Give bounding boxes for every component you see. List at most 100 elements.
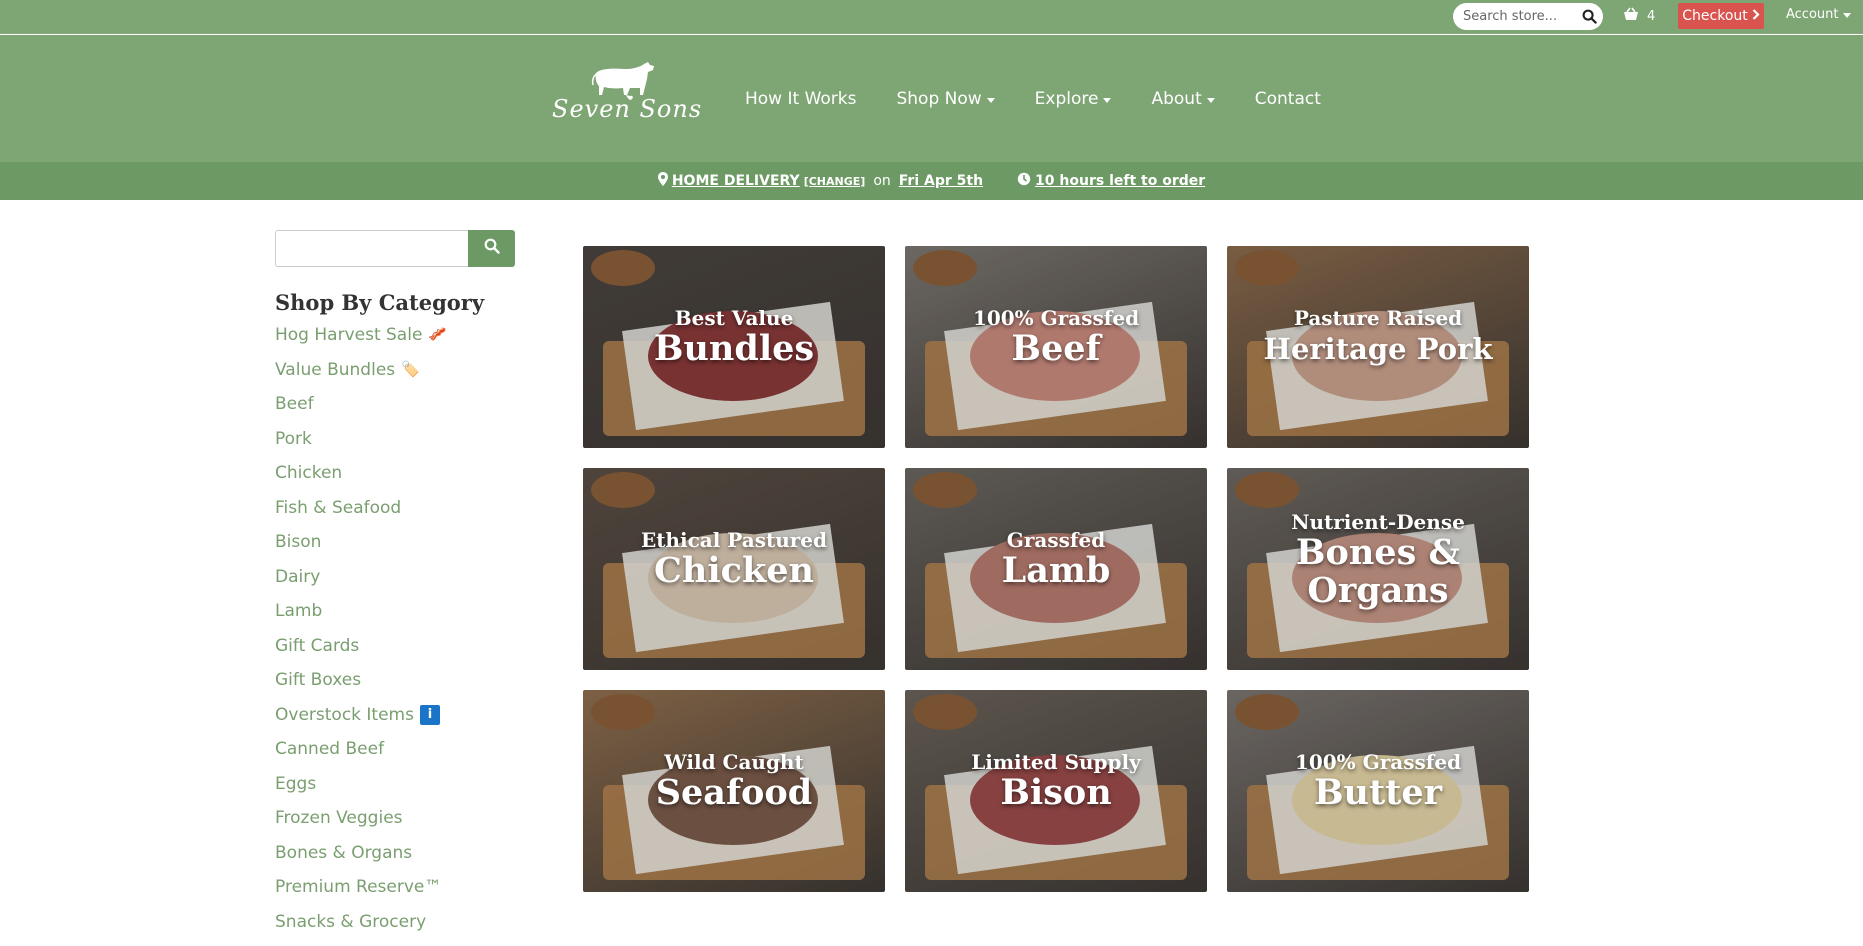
delivery-info-bar: HOME DELIVERY [CHANGE] on Fri Apr 5th 10…	[0, 162, 1863, 200]
label-tag-icon: 🏷️	[401, 360, 420, 378]
category-tile[interactable]: 100% GrassfedButter	[1227, 690, 1529, 892]
search-icon[interactable]	[1575, 3, 1603, 30]
tile-title: Bundles	[583, 330, 885, 368]
chevron-down-icon	[1207, 98, 1215, 103]
tile-subtitle: Grassfed	[905, 528, 1207, 552]
category-label: Lamb	[275, 601, 322, 621]
sidebar-category-item[interactable]: Lamb	[275, 601, 447, 636]
logo-wordmark: Seven Sons	[552, 95, 702, 123]
sidebar-search-input[interactable]	[275, 230, 468, 267]
category-label: Premium Reserve™	[275, 877, 441, 897]
delivery-date-link[interactable]: Fri Apr 5th	[899, 173, 983, 189]
bacon-icon: 🥓	[428, 325, 447, 343]
cart-button[interactable]: 4	[1623, 6, 1655, 26]
tile-caption: Nutrient-DenseBones &Organs	[1227, 510, 1529, 610]
tile-subtitle: Wild Caught	[583, 750, 885, 774]
category-tile[interactable]: Ethical PasturedChicken	[583, 468, 885, 670]
chevron-down-icon	[987, 98, 995, 103]
sidebar-category-item[interactable]: Hog Harvest Sale 🥓	[275, 325, 447, 360]
sidebar-category-item[interactable]: Bones & Organs	[275, 843, 447, 878]
clock-icon	[1017, 172, 1031, 190]
tile-title-line2: Organs	[1227, 572, 1529, 610]
sidebar-category-item[interactable]: Eggs	[275, 774, 447, 809]
sidebar-category-item[interactable]: Bison	[275, 532, 447, 567]
sidebar-category-item[interactable]: Snacks & Grocery	[275, 912, 447, 946]
sidebar-category-item[interactable]: Fish & Seafood	[275, 498, 447, 533]
sidebar-category-item[interactable]: Gift Cards	[275, 636, 447, 671]
category-label: Dairy	[275, 567, 320, 587]
category-label: Canned Beef	[275, 739, 384, 759]
category-label: Gift Boxes	[275, 670, 361, 690]
sidebar-category-item[interactable]: Premium Reserve™	[275, 877, 447, 912]
category-label: Bison	[275, 532, 321, 552]
sidebar-search-button[interactable]	[468, 230, 515, 267]
seven-sons-logo[interactable]: Seven Sons	[548, 59, 708, 139]
category-label: Hog Harvest Sale	[275, 325, 422, 345]
category-label: Overstock Items	[275, 705, 414, 725]
tile-title: Seafood	[583, 774, 885, 812]
checkout-button[interactable]: Checkout	[1678, 3, 1764, 29]
tile-caption: GrassfedLamb	[905, 528, 1207, 590]
main-header: Seven Sons How It Works Shop Now Explore…	[0, 35, 1863, 162]
shop-by-category-heading: Shop By Category	[275, 290, 484, 315]
category-label: Eggs	[275, 774, 316, 794]
nav-shop-now[interactable]: Shop Now	[896, 89, 994, 109]
category-tile[interactable]: 100% GrassfedBeef	[905, 246, 1207, 448]
sidebar-category-item[interactable]: Pork	[275, 429, 447, 464]
time-left-link[interactable]: 10 hours left to order	[1017, 172, 1205, 190]
category-label: Snacks & Grocery	[275, 912, 426, 932]
category-tile[interactable]: Best ValueBundles	[583, 246, 885, 448]
tile-caption: Ethical PasturedChicken	[583, 528, 885, 590]
nav-label: How It Works	[745, 89, 856, 109]
tile-subtitle: Pasture Raised	[1227, 306, 1529, 330]
nav-label: Shop Now	[896, 89, 981, 109]
delivery-method: HOME DELIVERY	[672, 173, 800, 189]
tile-title: Bones &	[1227, 534, 1529, 572]
chevron-down-icon	[1103, 98, 1111, 103]
nav-label: Contact	[1255, 89, 1321, 109]
sidebar-category-item[interactable]: Chicken	[275, 463, 447, 498]
info-icon: i	[420, 705, 440, 725]
category-label: Beef	[275, 394, 314, 414]
time-left-text: 10 hours left to order	[1035, 173, 1205, 189]
tile-title: Chicken	[583, 552, 885, 590]
basket-icon	[1623, 7, 1639, 25]
nav-label: Explore	[1035, 89, 1099, 109]
category-label: Gift Cards	[275, 636, 359, 656]
tile-title: Butter	[1227, 774, 1529, 812]
sidebar-category-item[interactable]: Value Bundles 🏷️	[275, 360, 447, 395]
store-search-input[interactable]: Search store...	[1453, 3, 1603, 30]
nav-explore[interactable]: Explore	[1035, 89, 1112, 109]
sidebar-category-item[interactable]: Frozen Veggies	[275, 808, 447, 843]
category-tile[interactable]: Nutrient-DenseBones &Organs	[1227, 468, 1529, 670]
account-menu[interactable]: Account	[1786, 7, 1851, 22]
category-label: Fish & Seafood	[275, 498, 401, 518]
category-list: Hog Harvest Sale 🥓 Value Bundles 🏷️ Beef Pork…	[275, 325, 447, 946]
nav-how-it-works[interactable]: How It Works	[745, 89, 856, 109]
category-tile[interactable]: Limited SupplyBison	[905, 690, 1207, 892]
tile-caption: Pasture RaisedHeritage Pork	[1227, 306, 1529, 368]
nav-about[interactable]: About	[1151, 89, 1214, 109]
category-label: Pork	[275, 429, 312, 449]
category-tile[interactable]: Wild CaughtSeafood	[583, 690, 885, 892]
map-marker-icon	[658, 172, 668, 190]
tile-subtitle: Nutrient-Dense	[1227, 510, 1529, 534]
sidebar-category-item[interactable]: Gift Boxes	[275, 670, 447, 705]
sidebar-category-item[interactable]: Beef	[275, 394, 447, 429]
nav-label: About	[1151, 89, 1201, 109]
sidebar-category-item[interactable]: Canned Beef	[275, 739, 447, 774]
delivery-method-link[interactable]: HOME DELIVERY [CHANGE]	[658, 172, 865, 190]
tile-caption: Limited SupplyBison	[905, 750, 1207, 812]
change-delivery-link[interactable]: [CHANGE]	[804, 175, 866, 188]
chevron-right-icon	[1752, 8, 1760, 24]
tile-caption: Wild CaughtSeafood	[583, 750, 885, 812]
category-tile[interactable]: GrassfedLamb	[905, 468, 1207, 670]
account-label: Account	[1786, 7, 1839, 22]
category-label: Value Bundles	[275, 360, 395, 380]
sidebar-category-item[interactable]: Dairy	[275, 567, 447, 602]
chevron-down-icon	[1843, 13, 1851, 18]
category-tile[interactable]: Pasture RaisedHeritage Pork	[1227, 246, 1529, 448]
category-label: Bones & Organs	[275, 843, 412, 863]
nav-contact[interactable]: Contact	[1255, 89, 1321, 109]
sidebar-category-item[interactable]: Overstock Items i	[275, 705, 447, 740]
